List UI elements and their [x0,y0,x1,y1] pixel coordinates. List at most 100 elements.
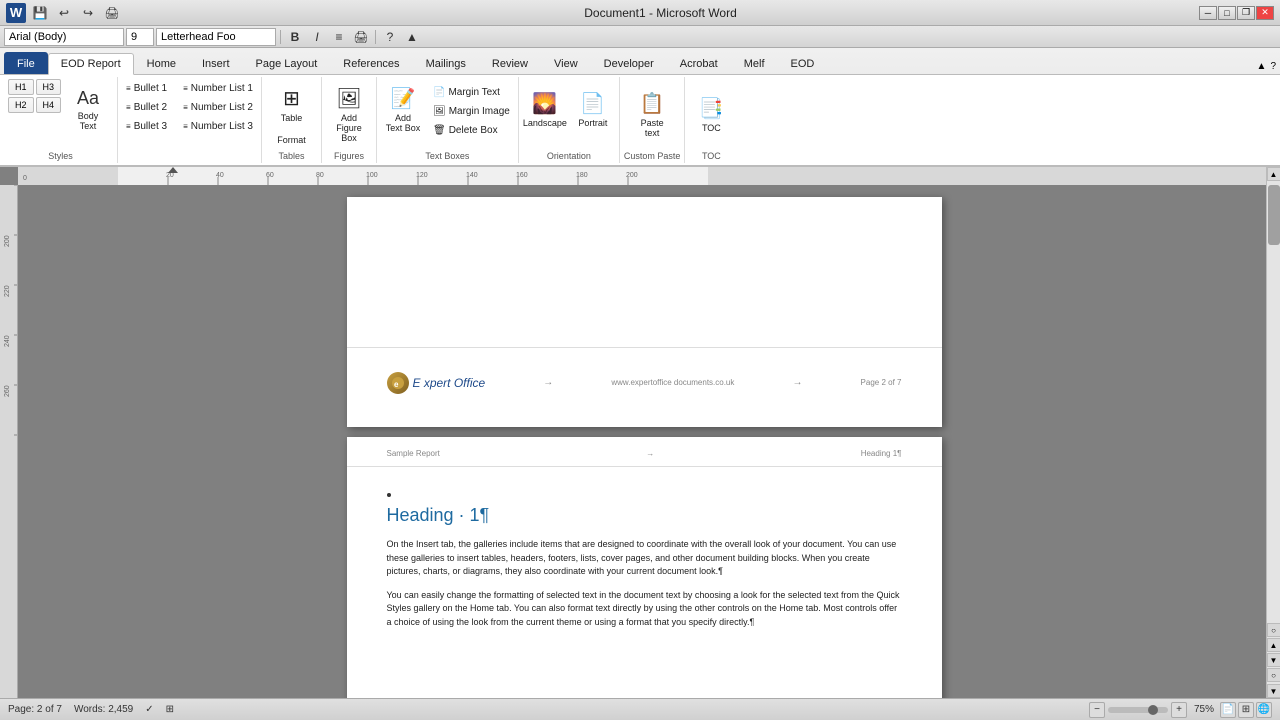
svg-text:180: 180 [576,172,588,179]
toc-group-label: TOC [702,149,721,161]
number3-button[interactable]: ≡ Number List 3 [179,117,257,135]
separator [280,30,281,44]
style-h4-button[interactable]: H4 [36,97,62,113]
view-print-layout[interactable]: 📄 [1220,702,1236,718]
title-bar-left: W 💾 ↩ ↪ 🖨 [6,3,122,23]
tab-insert[interactable]: Insert [189,52,243,74]
style-box[interactable]: Letterhead Foo [156,28,276,46]
svg-text:0: 0 [23,175,27,182]
svg-text:200: 200 [626,172,638,179]
vertical-scrollbar[interactable]: ▲ ○ ▲ ▼ ○ ▼ [1266,167,1280,698]
margin-image-icon: 🖼 [433,106,446,117]
spelling-icon[interactable]: ✓ [145,704,153,715]
tab-view[interactable]: View [541,52,591,74]
scroll-up-arrow[interactable]: ▲ [1267,167,1280,181]
add-text-box-button[interactable]: 📝 AddText Box [381,79,425,139]
landscape-button[interactable]: 🌄 Landscape [523,79,567,139]
text-boxes-group: 📝 AddText Box 📄 Margin Text 🖼 Margin Ima… [377,77,519,163]
styles-group-label: Styles [48,149,73,161]
scrollbar-thumb[interactable] [1268,185,1280,245]
print-preview-icon[interactable]: 🖨 [351,28,371,46]
margin-image-button[interactable]: 🖼 Margin Image [429,102,514,120]
word-icon: W [6,3,26,23]
scroll-down-arrow[interactable]: ▼ [1267,684,1280,698]
window-controls[interactable]: ─ □ ❐ ✕ [1199,6,1274,20]
ribbon-help-icon[interactable]: ? [1270,61,1276,72]
delete-box-button[interactable]: 🗑 Delete Box [429,121,514,139]
bullet3-icon: ≡ [126,122,131,131]
zoom-in-button[interactable]: + [1171,702,1187,718]
doc-scroll-area[interactable]: e E xpert Office → www.expertoffice docu… [18,167,1266,698]
paste-group-label: Custom Paste [624,149,681,161]
toc-label: TOC [702,123,721,133]
toc-group: 📑 TOC TOC [685,77,737,163]
zoom-slider[interactable] [1108,707,1168,713]
body-text-button[interactable]: Aa BodyText [63,79,113,139]
tab-references[interactable]: References [330,52,412,74]
help-icon[interactable]: ? [380,28,400,46]
footer-logo-text: E xpert Office [413,376,486,390]
title-area: Document1 - Microsoft Word [122,6,1199,20]
ribbon-collapse-icon[interactable]: ▲ [1257,61,1267,72]
paste-text-button[interactable]: 📋 Pastetext [630,84,674,144]
svg-text:60: 60 [266,172,274,179]
zoom-slider-thumb[interactable] [1148,705,1158,715]
page2-para1: On the Insert tab, the galleries include… [387,538,902,579]
save-button[interactable]: 💾 [30,4,50,22]
footer-url: www.expertoffice documents.co.uk [611,378,734,387]
table-format-button[interactable]: Format [273,131,310,149]
tab-eod[interactable]: EOD [778,52,828,74]
tab-eod-report[interactable]: EOD Report [48,53,134,75]
view-full-screen[interactable]: ⊞ [1238,702,1254,718]
bullet1-button[interactable]: ≡ Bullet 1 [122,79,171,97]
restore-button[interactable]: ❐ [1237,6,1255,20]
undo-button[interactable]: ↩ [54,4,74,22]
layout-icon[interactable]: ⊞ [166,704,174,715]
table-button[interactable]: ⊞ Table [269,79,313,129]
tab-mailings[interactable]: Mailings [413,52,479,74]
italic-icon[interactable]: I [307,28,327,46]
separator2 [375,30,376,44]
document-area: 0 20 40 60 80 100 120 140 160 180 [0,167,1280,698]
number1-button[interactable]: ≡ Number List 1 [179,79,257,97]
horizontal-ruler: 0 20 40 60 80 100 120 140 160 180 [18,167,1266,185]
tab-page-layout[interactable]: Page Layout [243,52,331,74]
bullet2-button[interactable]: ≡ Bullet 2 [122,98,171,116]
align-icon[interactable]: ≡ [329,28,349,46]
scroll-prev-page[interactable]: ○ [1267,623,1280,637]
tab-home[interactable]: Home [134,52,189,74]
zoom-out-button[interactable]: − [1089,702,1105,718]
toc-button[interactable]: 📑 TOC [689,84,733,144]
redo-button[interactable]: ↪ [78,4,98,22]
font-name-box[interactable]: Arial (Body) [4,28,124,46]
scroll-next-page[interactable]: ○ [1267,668,1280,682]
style-h3-button[interactable]: H3 [36,79,62,95]
expand-icon[interactable]: ▲ [402,28,422,46]
portrait-button[interactable]: 📄 Portrait [571,79,615,139]
tab-melf[interactable]: Melf [731,52,778,74]
tab-acrobat[interactable]: Acrobat [667,52,731,74]
close-button[interactable]: ✕ [1256,6,1274,20]
maximize-button[interactable]: □ [1218,6,1236,20]
number2-button[interactable]: ≡ Number List 2 [179,98,257,116]
style-h2-button[interactable]: H2 [8,97,34,113]
view-web-layout[interactable]: 🌐 [1256,702,1272,718]
tab-review[interactable]: Review [479,52,541,74]
style-h1-button[interactable]: H1 [8,79,34,95]
tab-developer[interactable]: Developer [591,52,667,74]
font-size-box[interactable]: 9 [126,28,154,46]
margin-text-button[interactable]: 📄 Margin Text [429,83,514,101]
status-bar: Page: 2 of 7 Words: 2,459 ✓ ⊞ − + 75% 📄 … [0,698,1280,720]
bullet3-button[interactable]: ≡ Bullet 3 [122,117,171,135]
print-button[interactable]: 🖨 [102,4,122,22]
minimize-button[interactable]: ─ [1199,6,1217,20]
scroll-down-small[interactable]: ▼ [1267,653,1280,667]
landscape-label: Landscape [523,118,567,128]
bold-icon[interactable]: B [285,28,305,46]
add-figure-box-button[interactable]: 🖼 AddFigure Box [327,84,371,144]
tab-file[interactable]: File [4,52,48,74]
scrollbar-track[interactable] [1268,181,1280,621]
scroll-up-small[interactable]: ▲ [1267,638,1280,652]
svg-text:240: 240 [4,335,11,347]
number2-icon: ≡ [183,103,188,112]
